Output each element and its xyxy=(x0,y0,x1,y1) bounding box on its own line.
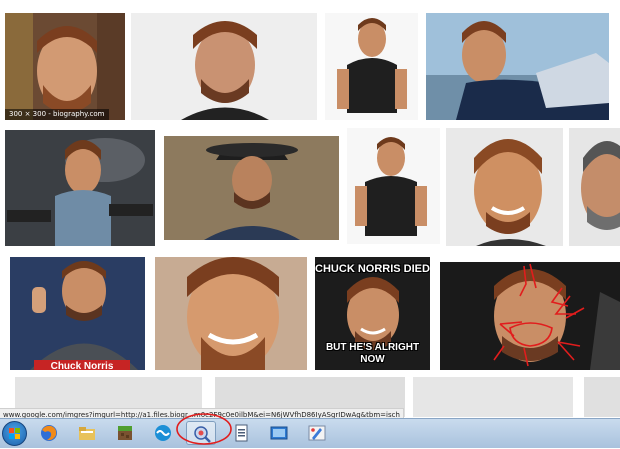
taskbar-minecraft-button[interactable] xyxy=(110,421,140,445)
image-result-1-image xyxy=(5,13,125,120)
image-result-11[interactable] xyxy=(155,257,307,370)
windows-logo-icon xyxy=(9,428,20,439)
image-result-11-image xyxy=(155,257,307,370)
image-result-3-image xyxy=(325,13,418,120)
image-result-5[interactable] xyxy=(5,130,155,246)
image-result-7-image xyxy=(347,128,440,244)
image-result-9[interactable] xyxy=(569,128,620,246)
image-result-10[interactable]: Chuck Norris xyxy=(10,257,145,370)
image-result-1-caption: 300 × 300 - biography.com xyxy=(5,109,109,120)
red-circle-annotation xyxy=(176,413,232,445)
meme-bottom-text: BUT HE'S ALRIGHT NOW xyxy=(315,342,430,366)
image-result-8-image xyxy=(446,128,563,246)
image-result-10-image xyxy=(10,257,145,370)
taskbar-firefox-button[interactable] xyxy=(34,421,64,445)
taskbar-paint-button[interactable] xyxy=(302,421,332,445)
start-button[interactable] xyxy=(2,421,27,446)
meme-bottom-line-2: NOW xyxy=(360,354,385,365)
image-result-6[interactable] xyxy=(164,136,339,240)
screenshot-icon xyxy=(270,426,288,440)
image-result-4-image xyxy=(426,13,609,120)
image-result-13[interactable] xyxy=(440,262,620,370)
minecraft-icon xyxy=(118,426,132,440)
taskbar-file-manager-button[interactable] xyxy=(72,421,102,445)
image-result-8[interactable] xyxy=(446,128,563,246)
image-result-5-image xyxy=(5,130,155,246)
meme-bottom-line-1: BUT HE'S ALRIGHT xyxy=(325,342,420,353)
taskbar-screenshot-button[interactable] xyxy=(264,421,294,445)
paint-icon xyxy=(308,425,326,441)
taskbar xyxy=(0,413,620,448)
image-result-3[interactable] xyxy=(325,13,418,120)
app-wave-icon xyxy=(155,425,171,441)
image-result-row4-4[interactable] xyxy=(584,377,620,417)
image-result-9-image xyxy=(569,128,620,246)
firefox-icon xyxy=(41,425,57,441)
image-result-row4-3[interactable] xyxy=(413,377,573,417)
image-result-1[interactable]: 300 × 300 - biography.com xyxy=(5,13,125,120)
image-result-6-image xyxy=(164,136,339,240)
image-result-7[interactable] xyxy=(347,128,440,244)
image-result-10-label: Chuck Norris xyxy=(34,360,130,370)
image-result-12[interactable]: CHUCK NORRIS DIED BUT HE'S ALRIGHT NOW xyxy=(315,257,430,370)
image-result-2[interactable] xyxy=(131,13,317,120)
image-result-2-image xyxy=(131,13,317,120)
red-annotation-scribbles xyxy=(493,263,585,367)
meme-top-text: CHUCK NORRIS DIED xyxy=(315,263,430,275)
image-result-4[interactable] xyxy=(426,13,609,120)
file-manager-icon xyxy=(79,427,95,440)
